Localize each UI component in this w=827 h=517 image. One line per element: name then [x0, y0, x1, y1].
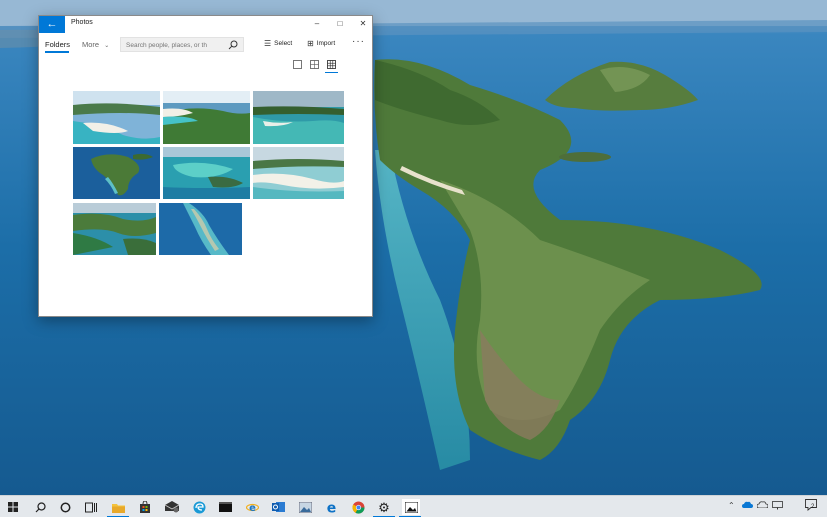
photo-thumbnail[interactable] — [73, 147, 160, 199]
search-box[interactable] — [120, 37, 244, 52]
tab-folders[interactable]: Folders — [45, 40, 70, 49]
mail-icon[interactable] — [164, 499, 180, 515]
select-button[interactable]: ☰ Select — [264, 39, 292, 48]
import-button[interactable]: ⊞ Import — [307, 39, 335, 48]
svg-text:e: e — [249, 503, 256, 514]
task-view-icon[interactable] — [83, 499, 99, 515]
ie-icon[interactable]: e — [244, 499, 260, 515]
select-label: Select — [274, 40, 293, 47]
maximize-button[interactable]: □ — [333, 18, 347, 30]
nine-grid-icon[interactable] — [325, 60, 338, 73]
onedrive-icon[interactable] — [742, 501, 753, 510]
view-mode-toggles — [293, 60, 338, 73]
tab-active-indicator — [45, 51, 69, 53]
photo-thumbnail[interactable] — [73, 203, 156, 255]
store-icon[interactable] — [137, 499, 153, 515]
chevron-down-icon: ⌄ — [104, 43, 110, 49]
toolbar: Folders More ⌄ ☰ Select ⊞ Import ··· — [39, 35, 372, 55]
back-button[interactable]: ← — [39, 16, 65, 33]
photos-window: ← Photos – □ ✕ Folders More ⌄ ☰ Select ⊞… — [38, 15, 373, 317]
photo-thumbnail[interactable] — [253, 91, 344, 144]
app-title: Photos — [71, 19, 93, 26]
photo-thumbnail[interactable] — [159, 203, 242, 255]
four-grid-icon[interactable] — [310, 60, 319, 69]
title-bar: ← Photos – □ ✕ — [39, 16, 372, 33]
minimize-button[interactable]: – — [310, 18, 324, 30]
tab-more[interactable]: More ⌄ — [82, 40, 109, 49]
terminal-icon[interactable] — [217, 499, 233, 515]
notification-count: 2 — [811, 504, 815, 510]
photo-thumbnail[interactable] — [163, 91, 250, 144]
taskbar: e e ⚙ ⌃ 2 — [0, 495, 827, 517]
single-square-icon[interactable] — [293, 60, 302, 69]
edge-icon[interactable]: e — [323, 499, 339, 515]
edge-beta-icon[interactable] — [191, 499, 207, 515]
file-explorer-icon[interactable] — [107, 499, 129, 517]
back-arrow-icon: ← — [46, 18, 58, 30]
notification-center-icon[interactable]: 2 — [805, 499, 819, 514]
search-input[interactable] — [126, 40, 224, 50]
photo-thumbnail[interactable] — [73, 91, 160, 144]
show-hidden-icons-icon[interactable]: ⌃ — [728, 501, 735, 510]
network-icon[interactable] — [772, 501, 783, 512]
import-label: Import — [316, 40, 336, 47]
windows-start-icon[interactable] — [5, 499, 21, 515]
photo-thumbnail[interactable] — [253, 147, 344, 199]
search-icon[interactable] — [228, 40, 238, 50]
photos-running-icon[interactable] — [399, 499, 421, 517]
chrome-icon[interactable] — [350, 499, 366, 515]
cortana-icon[interactable] — [57, 499, 73, 515]
outlook-icon[interactable] — [270, 499, 286, 515]
select-list-icon: ☰ — [264, 39, 272, 48]
photos-app-icon[interactable] — [297, 499, 313, 515]
import-icon: ⊞ — [307, 39, 314, 48]
tab-more-label: More — [82, 40, 100, 49]
photo-thumbnail[interactable] — [163, 147, 250, 199]
close-button[interactable]: ✕ — [356, 18, 370, 30]
settings-icon[interactable]: ⚙ — [373, 499, 395, 517]
search-icon[interactable] — [32, 499, 48, 515]
more-options-button[interactable]: ··· — [352, 36, 365, 47]
cloud-icon[interactable] — [756, 501, 769, 510]
svg-text:e: e — [326, 501, 336, 514]
